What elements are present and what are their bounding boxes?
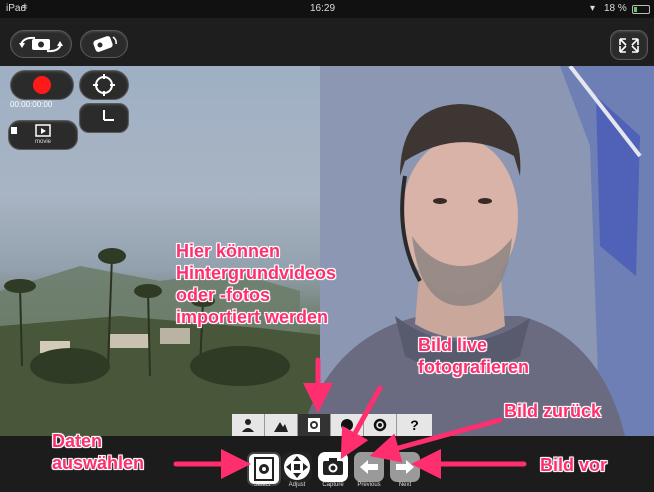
import-callout: Hier können Hintergrundvideos oder -foto… bbox=[176, 240, 336, 328]
select-callout-line-1: Daten bbox=[52, 431, 103, 451]
live-callout-line-1: Bild live bbox=[418, 335, 488, 355]
next-callout: Bild vor bbox=[540, 455, 608, 475]
import-callout-line-2: Hintergrundvideos bbox=[176, 263, 337, 283]
import-callout-line-1: Hier können bbox=[176, 241, 281, 261]
import-callout-line-4: importiert werden bbox=[176, 307, 329, 327]
import-callout-line-3: oder -fotos bbox=[176, 285, 270, 305]
capture-arrow bbox=[340, 385, 383, 460]
select-callout-line-2: auswählen bbox=[52, 453, 145, 473]
select-callout: Daten auswählen bbox=[52, 430, 144, 474]
back-arrow bbox=[369, 417, 503, 463]
back-callout: Bild zurück bbox=[504, 401, 602, 421]
live-callout-line-2: fotografieren bbox=[418, 357, 530, 377]
live-photo-callout: Bild live fotografieren bbox=[418, 334, 529, 378]
